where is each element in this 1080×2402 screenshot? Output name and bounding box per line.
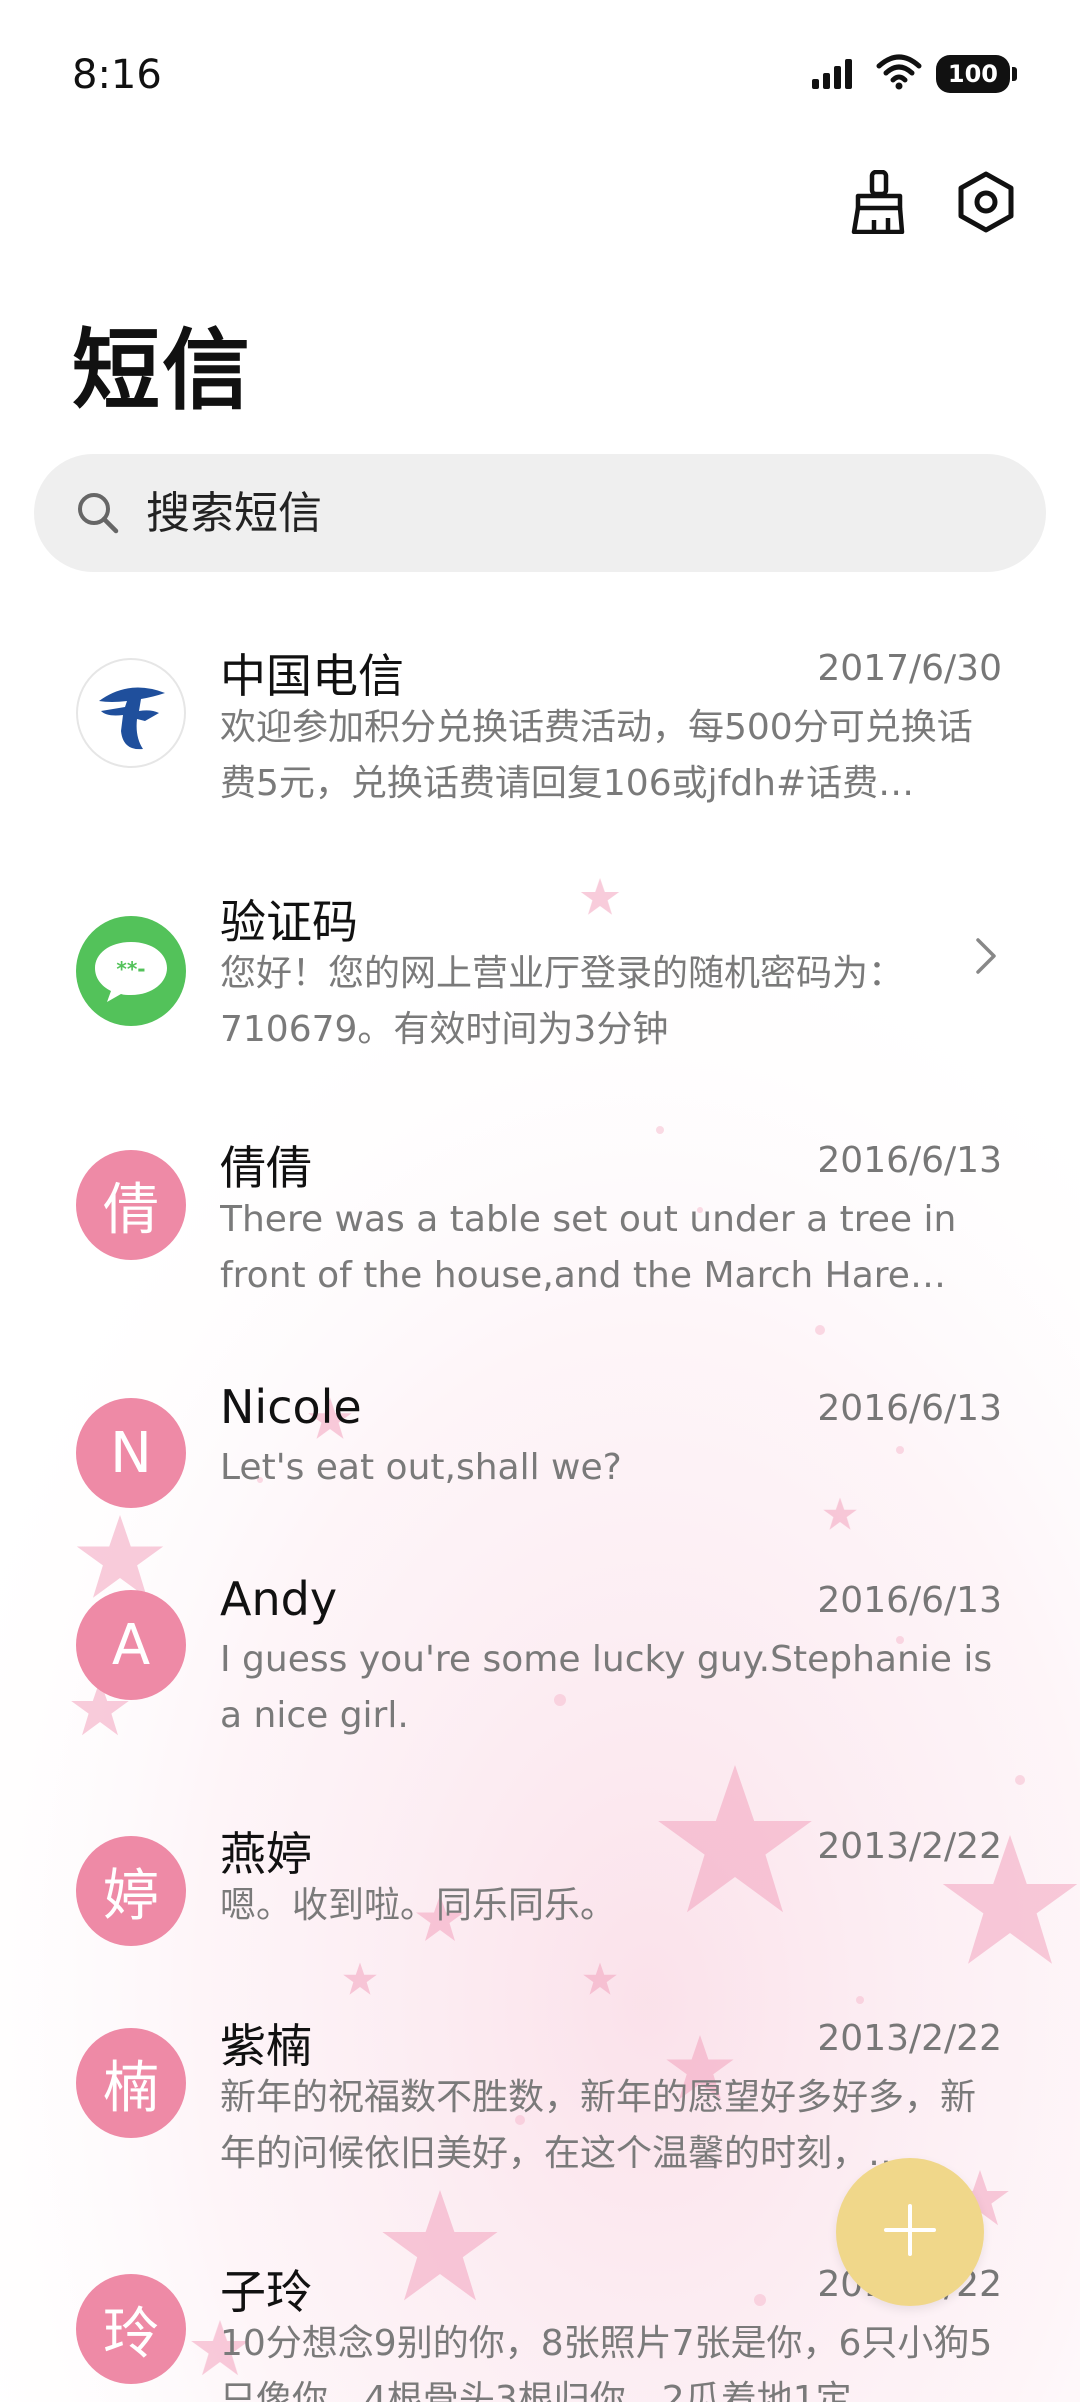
- message-date: 2013/2/22: [817, 2018, 1002, 2059]
- conversation-item[interactable]: 倩 倩倩 2016/6/13 There was a table set out…: [0, 1132, 1080, 1332]
- contact-name: 紫楠: [220, 2019, 312, 2073]
- avatar: 玲: [76, 2274, 186, 2384]
- message-snippet: 嗯。收到啦。同乐同乐。: [220, 1885, 617, 1926]
- plus-icon: [882, 2202, 938, 2262]
- avatar: 楠: [76, 2028, 186, 2138]
- conversation-item[interactable]: 婷 燕婷 2013/2/22 嗯。收到啦。同乐同乐。: [0, 1818, 1080, 1968]
- china-telecom-logo: [76, 658, 186, 768]
- message-date: 2016/6/13: [817, 1580, 1002, 1621]
- contact-name: 验证码: [220, 895, 358, 949]
- status-time: 8:16: [72, 52, 162, 98]
- avatar: A: [76, 1590, 186, 1700]
- message-snippet: 10分想念9别的你，8张照片7张是你，6只小狗5只像你，4根骨头3根归你，2瓜着…: [220, 2323, 993, 2402]
- status-bar: 8:16 100: [0, 40, 1080, 110]
- message-snippet: 您好！您的网上营业厅登录的随机密码为：710679。有效时间为3分钟: [220, 953, 905, 1050]
- message-snippet: Let's eat out,shall we?: [220, 1447, 622, 1488]
- contact-name: Andy: [220, 1572, 338, 1626]
- message-snippet: There was a table set out under a tree i…: [220, 1199, 957, 1296]
- avatar: 倩: [76, 1150, 186, 1260]
- verification-code-avatar-text: **-: [116, 957, 145, 981]
- contact-name: 倩倩: [220, 1141, 312, 1195]
- signal-icon: [810, 55, 862, 93]
- conversation-item[interactable]: N Nicole 2016/6/13 Let's eat out,shall w…: [0, 1380, 1080, 1530]
- battery-icon: 100: [935, 55, 1018, 93]
- avatar: 婷: [76, 1836, 186, 1946]
- contact-name: Nicole: [220, 1380, 362, 1434]
- wifi-icon: [876, 54, 922, 94]
- contact-name: 燕婷: [220, 1827, 312, 1881]
- message-snippet: 欢迎参加积分兑换话费活动，每500分可兑换话费5元，兑换话费请回复106或jfd…: [220, 707, 973, 804]
- clean-brush-icon[interactable]: [846, 170, 910, 234]
- message-date: 2016/6/13: [817, 1388, 1002, 1429]
- search-input[interactable]: [144, 486, 968, 540]
- contact-name: 中国电信: [220, 649, 404, 703]
- verification-code-icon: **-: [76, 916, 186, 1026]
- conversation-item[interactable]: 中国电信 2017/6/30 欢迎参加积分兑换话费活动，每500分可兑换话费5元…: [0, 640, 1080, 840]
- settings-icon[interactable]: [954, 170, 1018, 234]
- avatar: N: [76, 1398, 186, 1508]
- conversation-item[interactable]: A Andy 2016/6/13 I guess you're some luc…: [0, 1572, 1080, 1772]
- page-title: 短信: [72, 319, 253, 422]
- message-date: 2017/6/30: [817, 648, 1002, 689]
- header-actions: [846, 170, 1018, 234]
- conversation-item[interactable]: **- 验证码 您好！您的网上营业厅登录的随机密码为：710679。有效时间为3…: [0, 886, 1080, 1086]
- message-date: 2013/2/22: [817, 1826, 1002, 1867]
- search-icon: [72, 487, 124, 539]
- message-date: 2016/6/13: [817, 1140, 1002, 1181]
- new-message-button[interactable]: [836, 2158, 984, 2306]
- search-bar[interactable]: [34, 454, 1046, 572]
- contact-name: 子玲: [220, 2265, 312, 2319]
- chevron-right-icon[interactable]: [966, 936, 1006, 976]
- message-snippet: I guess you're some lucky guy.Stephanie …: [220, 1639, 993, 1736]
